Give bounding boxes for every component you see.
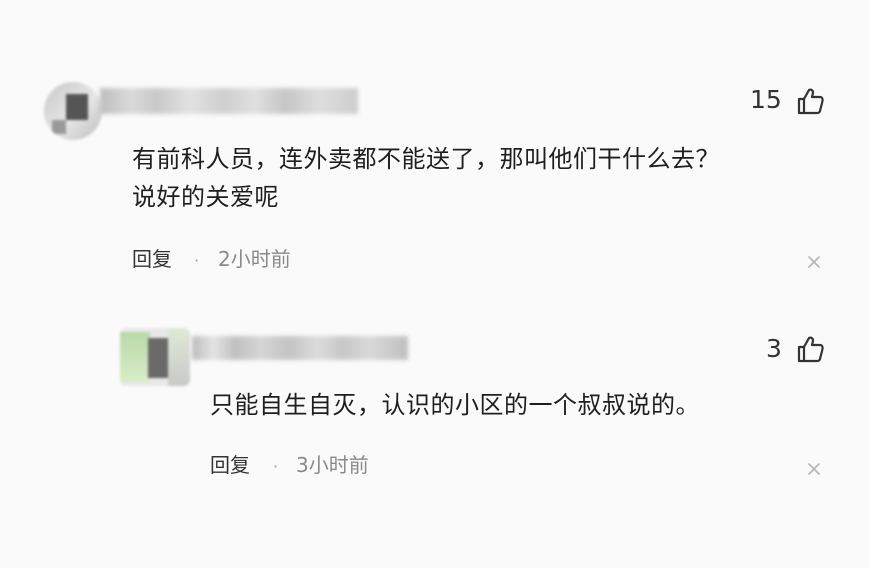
timestamp: 3小时前 xyxy=(296,453,369,477)
close-icon[interactable] xyxy=(806,461,822,477)
comment-text-line: 说好的关爱呢 xyxy=(132,183,279,211)
comment-meta: 回复 · 3小时前 xyxy=(0,452,870,482)
comment-text: 只能自生自灭，认识的小区的一个叔叔说的。 xyxy=(210,386,830,424)
timestamp: 2小时前 xyxy=(218,247,291,271)
avatar[interactable] xyxy=(120,328,190,386)
thumbs-up-icon[interactable] xyxy=(795,86,825,116)
separator-dot: · xyxy=(273,457,279,476)
like-count: 15 xyxy=(750,85,782,114)
reply-button[interactable]: 回复 xyxy=(132,246,172,272)
thumbs-up-icon[interactable] xyxy=(795,334,825,364)
comment-meta: 回复 · 2小时前 xyxy=(0,246,870,276)
comment-text-line: 有前科人员，连外卖都不能送了，那叫他们干什么去？ xyxy=(132,145,720,173)
reply-item: 3 只能自生自灭，认识的小区的一个叔叔说的。 回复 · 3小时前 xyxy=(0,300,870,568)
reply-button[interactable]: 回复 xyxy=(210,452,250,478)
comment-text: 有前科人员，连外卖都不能送了，那叫他们干什么去？ 说好的关爱呢 xyxy=(132,140,832,216)
separator-dot: · xyxy=(194,251,200,270)
avatar[interactable] xyxy=(44,82,102,140)
username-redacted[interactable] xyxy=(192,336,408,360)
close-icon[interactable] xyxy=(806,254,822,270)
username-redacted[interactable] xyxy=(100,88,358,114)
like-count: 3 xyxy=(766,334,782,363)
comment-item: 15 有前科人员，连外卖都不能送了，那叫他们干什么去？ 说好的关爱呢 回复 · … xyxy=(0,0,870,300)
comment-text-line: 只能自生自灭，认识的小区的一个叔叔说的。 xyxy=(210,391,700,419)
